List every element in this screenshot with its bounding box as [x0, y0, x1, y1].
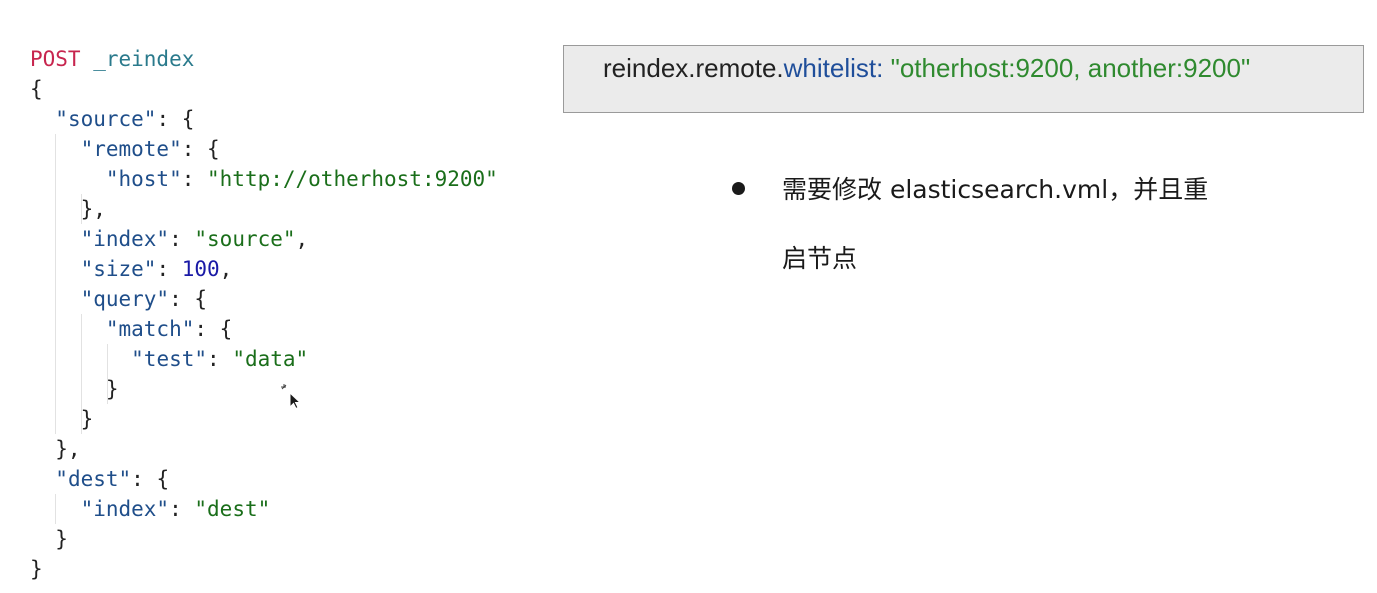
- code-line: "query": {: [30, 284, 498, 314]
- code-token-punc: : {: [131, 467, 170, 491]
- code-token-punc: ,: [219, 257, 233, 281]
- mouse-pointer-icon: [280, 383, 304, 410]
- code-token-punc: : {: [194, 317, 233, 341]
- code-token-key: "remote": [80, 137, 182, 161]
- code-token-punc: }: [30, 407, 94, 431]
- code-line: }: [30, 374, 498, 404]
- code-token-punc: :: [207, 347, 233, 371]
- code-token-key: "query": [80, 287, 170, 311]
- code-line: },: [30, 194, 498, 224]
- code-line: {: [30, 74, 498, 104]
- code-token-num: 100: [181, 257, 220, 281]
- code-token-punc: : {: [169, 287, 208, 311]
- code-token-punc: :: [156, 257, 182, 281]
- code-line: "remote": {: [30, 134, 498, 164]
- config-value: "otherhost:9200, another:9200": [883, 53, 1251, 83]
- code-token-punc: }: [30, 527, 68, 551]
- code-token-punc: [30, 227, 81, 251]
- code-token-key: "test": [131, 347, 208, 371]
- code-token-key: "host": [105, 167, 182, 191]
- code-line: }: [30, 524, 498, 554]
- code-token-punc: :: [169, 227, 195, 251]
- code-token-punc: [30, 257, 81, 281]
- code-token-punc: : {: [181, 137, 220, 161]
- code-token-key: "dest": [55, 467, 132, 491]
- code-line: "index": "source",: [30, 224, 498, 254]
- code-line: "index": "dest": [30, 494, 498, 524]
- code-line: "match": {: [30, 314, 498, 344]
- code-line: "size": 100,: [30, 254, 498, 284]
- code-line: POST _reindex: [30, 44, 498, 74]
- code-token-punc: [30, 107, 55, 131]
- code-token-str: "dest": [194, 497, 271, 521]
- code-token-punc: [30, 467, 55, 491]
- code-line: "test": "data": [30, 344, 498, 374]
- code-token-method: POST: [30, 47, 81, 71]
- code-token-punc: : {: [156, 107, 195, 131]
- code-token-key: "index": [80, 497, 170, 521]
- code-token-punc: [30, 287, 81, 311]
- code-token-key: "index": [80, 227, 170, 251]
- code-token-str: "source": [194, 227, 296, 251]
- code-token-punc: [30, 347, 131, 371]
- code-token-punc: :: [181, 167, 208, 191]
- note-line-2: 启节点: [782, 244, 858, 273]
- code-line: "source": {: [30, 104, 498, 134]
- code-line: },: [30, 434, 498, 464]
- code-token-punc: ,: [295, 227, 309, 251]
- code-token-key: "source": [55, 107, 157, 131]
- bullet-icon: [732, 182, 745, 195]
- config-key-prefix: reindex.remote.: [603, 53, 784, 83]
- code-line: }: [30, 404, 498, 434]
- code-token-key: "match": [105, 317, 195, 341]
- code-token-key: "size": [80, 257, 157, 281]
- code-token-punc: },: [30, 197, 106, 221]
- code-token-str: "http://otherhost:9200": [207, 167, 498, 191]
- code-line: "host": "http://otherhost:9200": [30, 164, 498, 194]
- code-token-punc: [30, 167, 106, 191]
- code-line: }: [30, 554, 498, 584]
- code-token-punc: :: [169, 497, 195, 521]
- code-line: "dest": {: [30, 464, 498, 494]
- code-token-punc: [30, 137, 81, 161]
- code-token-str: "data": [232, 347, 309, 371]
- note-line-1: 需要修改 elasticsearch.vml，并且重: [782, 175, 1209, 204]
- code-token-punc: {: [30, 77, 43, 101]
- code-token-punc: [30, 317, 106, 341]
- code-block: POST _reindex{ "source": { "remote": { "…: [30, 44, 498, 584]
- code-token-punc: }: [30, 377, 119, 401]
- config-key-name: whitelist:: [783, 53, 884, 83]
- code-token-punc: [30, 497, 81, 521]
- config-snippet-box: reindex.remote.whitelist: "otherhost:920…: [563, 45, 1364, 113]
- code-token-punc: }: [30, 557, 43, 581]
- code-token-punc: },: [30, 437, 81, 461]
- code-token-path: _reindex: [80, 47, 195, 71]
